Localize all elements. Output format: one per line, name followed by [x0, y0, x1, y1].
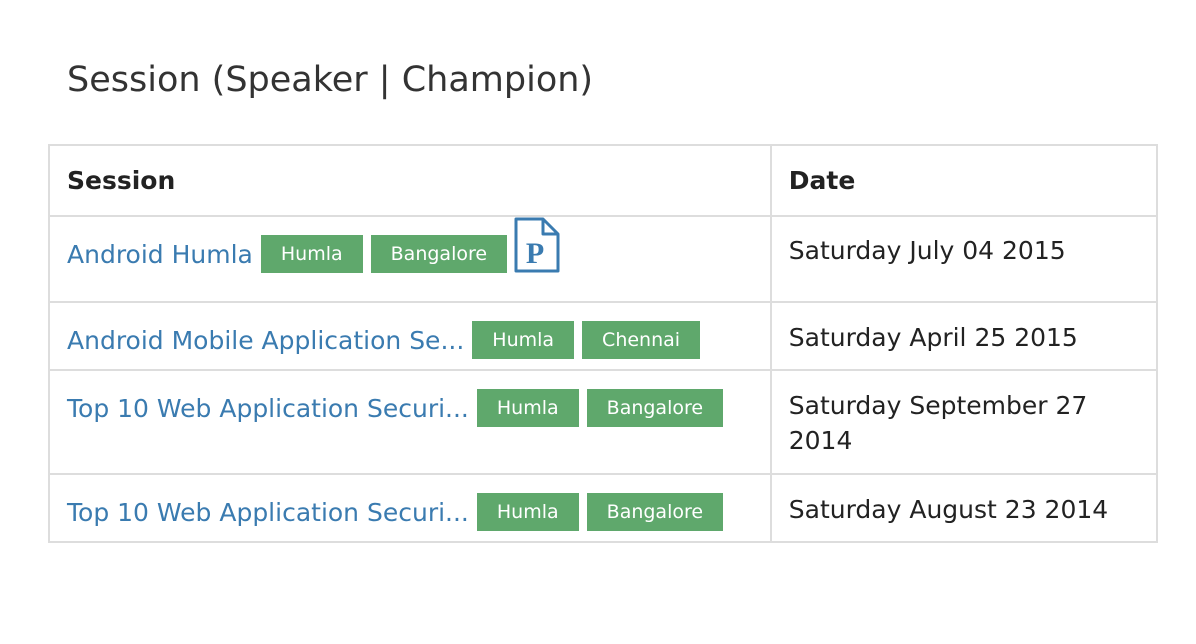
date-cell: Saturday July 04 2015 [769, 215, 1159, 303]
tag-badge[interactable]: Bangalore [586, 493, 724, 531]
session-date: Saturday August 23 2014 [788, 495, 1109, 524]
table-row: Android Humla Humla Bangalore P Saturday… [48, 215, 1159, 303]
table-row: Top 10 Web Application Securi... Humla B… [48, 473, 1159, 543]
table-row: Top 10 Web Application Securi... Humla B… [48, 369, 1159, 475]
session-link[interactable]: Android Mobile Application Se... [67, 326, 464, 355]
session-cell: Top 10 Web Application Securi... Humla B… [48, 473, 772, 543]
table-header-row: Session Date [48, 144, 1159, 217]
column-header-session: Session [48, 144, 772, 217]
date-cell: Saturday August 23 2014 [769, 473, 1159, 543]
date-cell: Saturday September 27 2014 [769, 369, 1159, 475]
tag-badge[interactable]: Humla [476, 389, 579, 427]
date-cell: Saturday April 25 2015 [769, 301, 1159, 371]
tag-badge[interactable]: Humla [472, 321, 575, 359]
session-link[interactable]: Top 10 Web Application Securi... [67, 394, 469, 423]
tag-badge[interactable]: Humla [476, 493, 579, 531]
session-date: Saturday September 27 2014 [788, 391, 1088, 455]
pdf-presentation-icon[interactable]: P [513, 217, 561, 273]
page: Session (Speaker | Champion) Session Dat… [0, 0, 1196, 644]
session-date: Saturday July 04 2015 [788, 236, 1066, 265]
session-cell: Android Mobile Application Se... Humla C… [48, 301, 772, 371]
session-cell: Android Humla Humla Bangalore P [48, 215, 772, 303]
sessions-table: Session Date Android Humla Humla Bangalo… [48, 144, 1159, 543]
session-date: Saturday April 25 2015 [788, 323, 1078, 352]
tag-badge[interactable]: Bangalore [586, 389, 724, 427]
table-row: Android Mobile Application Se... Humla C… [48, 301, 1159, 371]
page-title: Session (Speaker | Champion) [67, 60, 594, 100]
tag-badge[interactable]: Bangalore [370, 235, 508, 273]
svg-text:P: P [526, 237, 544, 270]
tag-badge[interactable]: Chennai [582, 321, 701, 359]
column-header-date: Date [769, 144, 1159, 217]
session-cell: Top 10 Web Application Securi... Humla B… [48, 369, 772, 475]
tag-badge[interactable]: Humla [260, 235, 363, 273]
session-link[interactable]: Android Humla [67, 240, 253, 269]
session-link[interactable]: Top 10 Web Application Securi... [67, 498, 469, 527]
